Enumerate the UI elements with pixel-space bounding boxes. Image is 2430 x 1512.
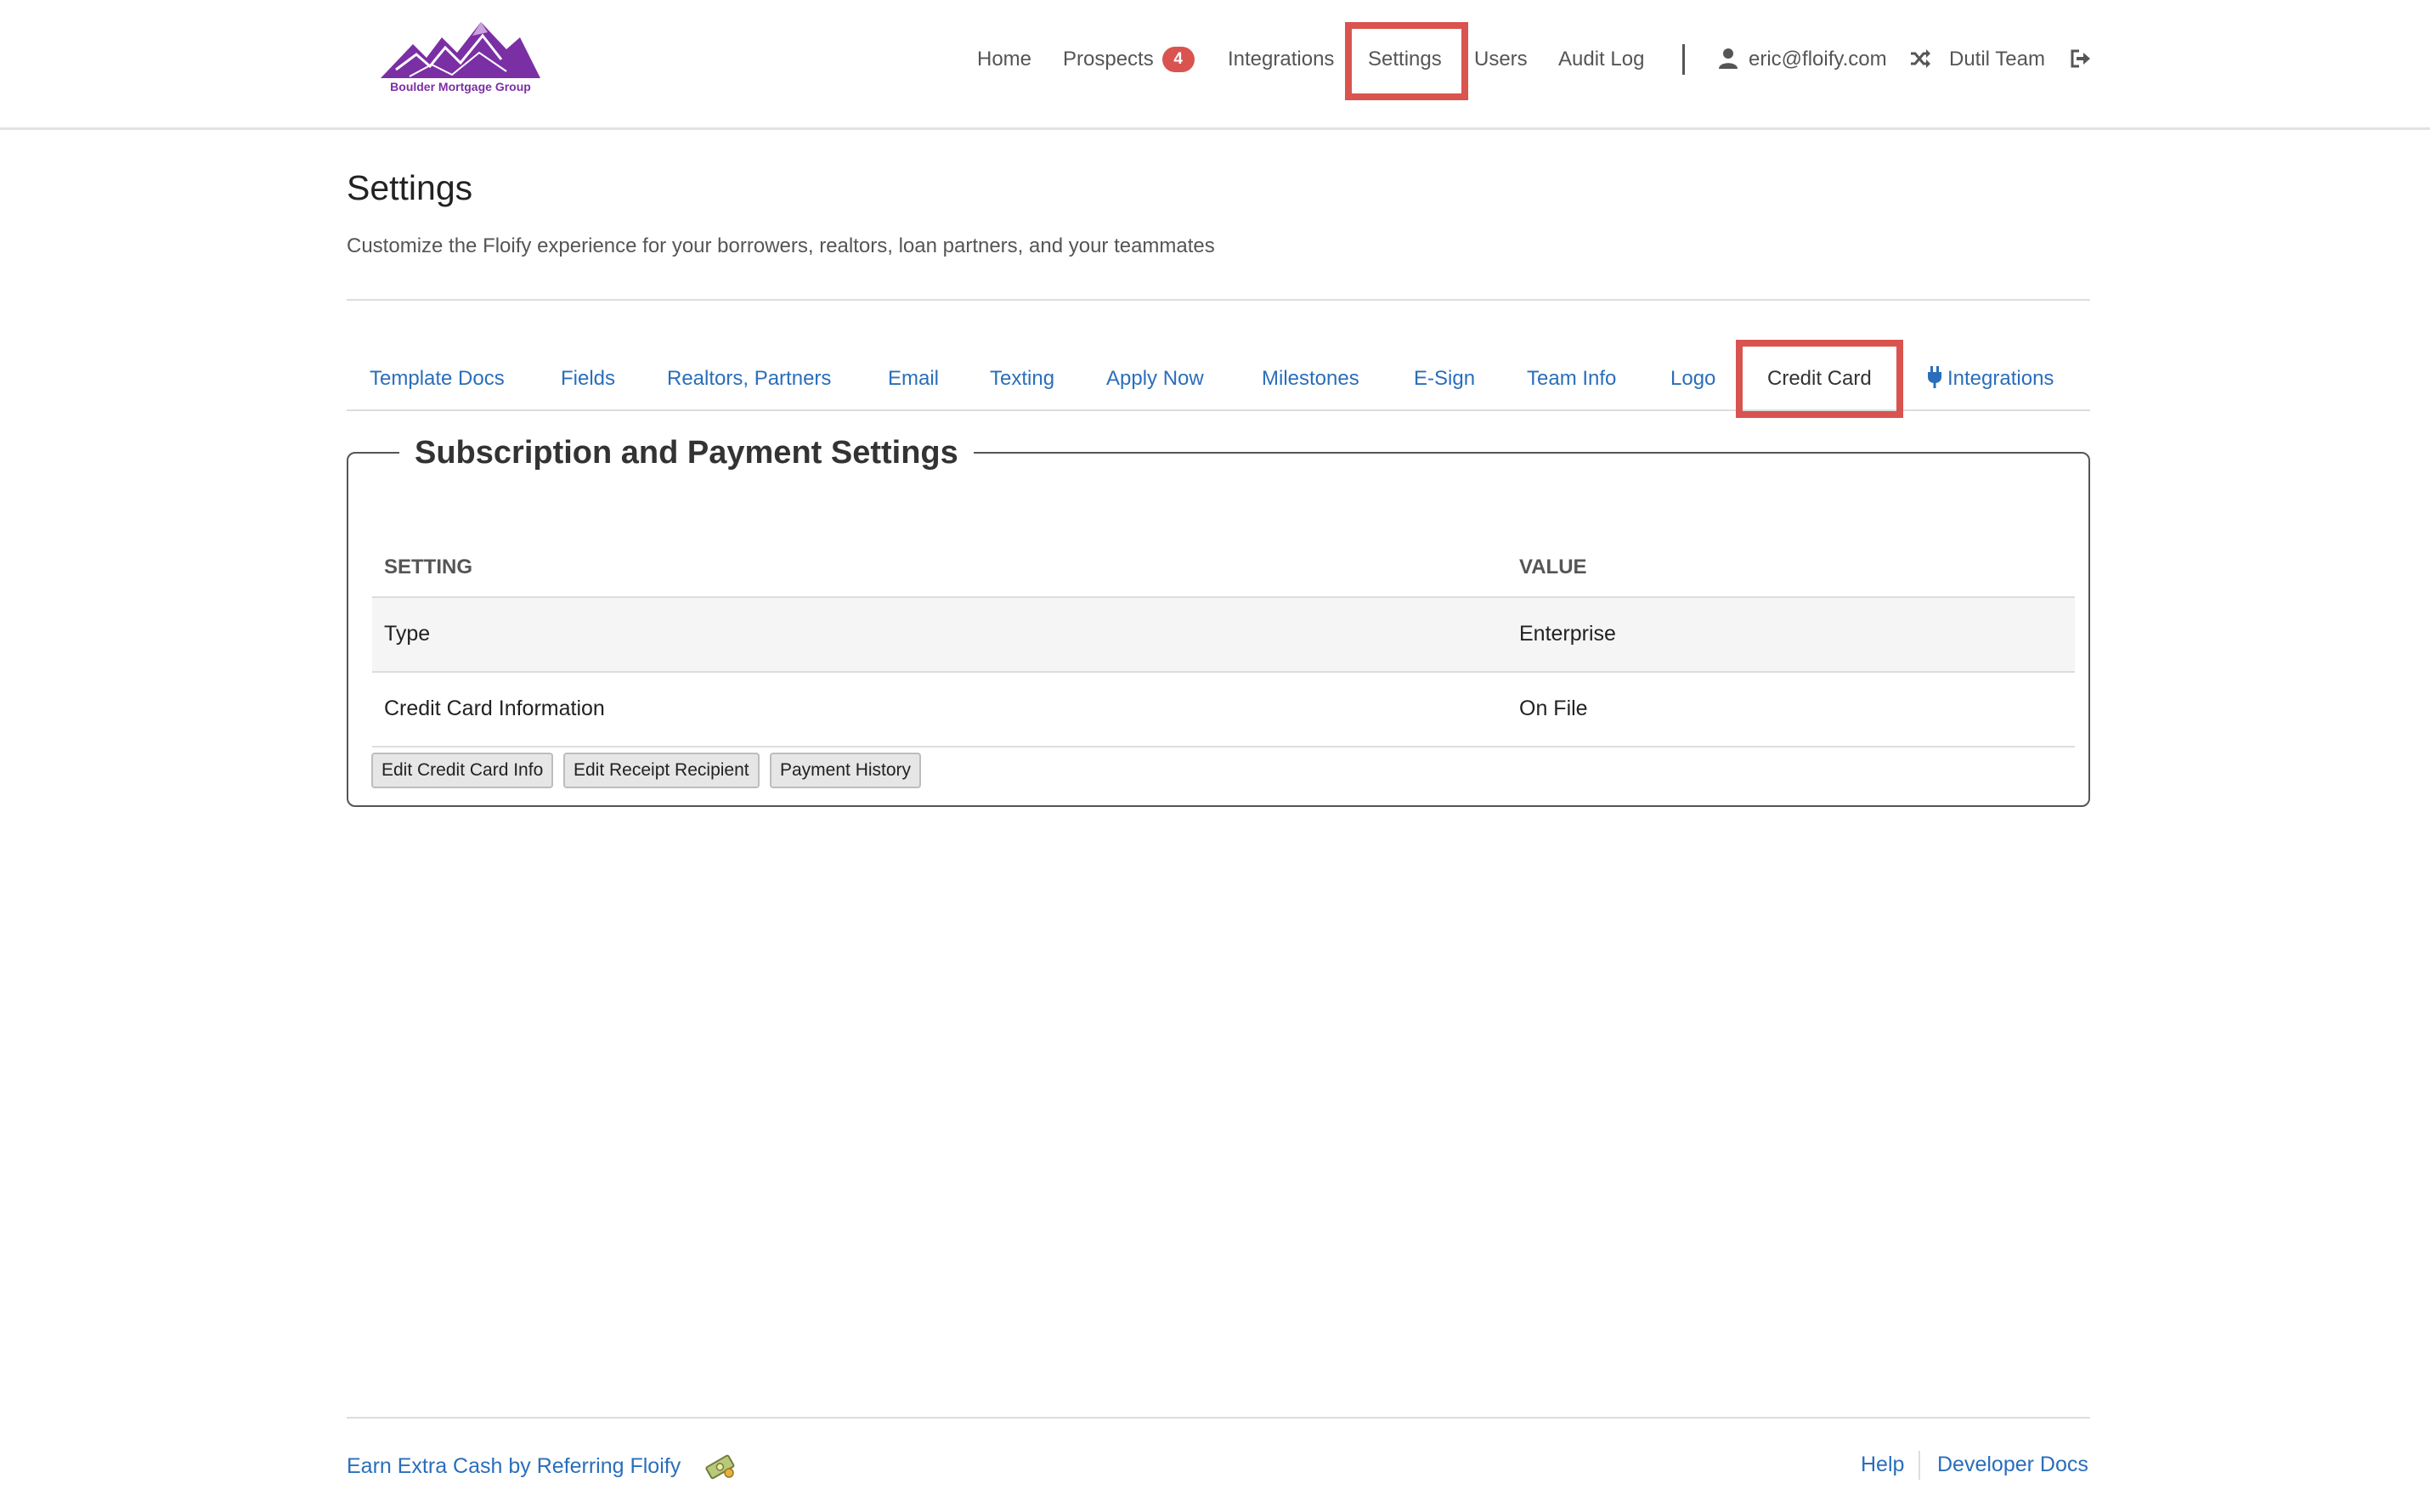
page-subtitle: Customize the Floify experience for your… bbox=[347, 234, 1215, 257]
row-setting: Credit Card Information bbox=[384, 697, 605, 720]
header-value: VALUE bbox=[1519, 556, 1587, 578]
row-value: On File bbox=[1519, 697, 1588, 720]
page-title: Settings bbox=[347, 168, 473, 207]
footer-separator bbox=[1919, 1451, 1920, 1480]
header-divider bbox=[347, 299, 2090, 301]
top-navbar: Boulder Mortgage Group Home Prospects 4 I… bbox=[0, 0, 2430, 130]
nav-users[interactable]: Users bbox=[1474, 44, 1528, 75]
tab-logo[interactable]: Logo bbox=[1670, 364, 1715, 394]
tab-email[interactable]: Email bbox=[888, 364, 939, 394]
footer-divider bbox=[347, 1417, 2090, 1419]
nav-audit-log[interactable]: Audit Log bbox=[1558, 44, 1644, 75]
logo-text: Boulder Mortgage Group bbox=[390, 80, 531, 93]
nav-prospects[interactable]: Prospects 4 bbox=[1063, 44, 1195, 75]
prospects-count-badge: 4 bbox=[1161, 47, 1195, 72]
developer-docs-link[interactable]: Developer Docs bbox=[1937, 1449, 2088, 1480]
table-header: SETTING VALUE bbox=[372, 522, 2075, 598]
payment-history-button[interactable]: Payment History bbox=[770, 753, 922, 788]
shuffle-icon[interactable] bbox=[1910, 48, 1930, 70]
tab-template-docs[interactable]: Template Docs bbox=[370, 364, 505, 394]
row-setting: Type bbox=[384, 622, 431, 646]
tabs-divider bbox=[347, 409, 2090, 411]
nav-integrations[interactable]: Integrations bbox=[1228, 44, 1334, 75]
panel-legend: Subscription and Payment Settings bbox=[399, 432, 974, 474]
tab-team-info[interactable]: Team Info bbox=[1527, 364, 1616, 394]
header-setting: SETTING bbox=[384, 556, 473, 578]
tab-integrations[interactable]: Integrations bbox=[1927, 364, 2054, 394]
tab-e-sign[interactable]: E-Sign bbox=[1414, 364, 1475, 394]
plug-icon bbox=[1928, 366, 1941, 388]
tab-fields[interactable]: Fields bbox=[561, 364, 615, 394]
brand-logo[interactable]: Boulder Mortgage Group bbox=[379, 19, 542, 100]
mountain-logo-icon bbox=[381, 22, 540, 78]
tab-texting[interactable]: Texting bbox=[990, 364, 1054, 394]
edit-receipt-recipient-button[interactable]: Edit Receipt Recipient bbox=[563, 753, 760, 788]
row-value: Enterprise bbox=[1519, 622, 1616, 646]
nav-settings[interactable]: Settings bbox=[1368, 44, 1442, 75]
nav-team-switcher[interactable]: Dutil Team bbox=[1949, 44, 2045, 75]
nav-home[interactable]: Home bbox=[977, 44, 1031, 75]
table-row: Credit Card Information On File bbox=[372, 673, 2075, 748]
tab-integrations-label: Integrations bbox=[1947, 367, 2054, 390]
help-link[interactable]: Help bbox=[1861, 1449, 1904, 1480]
nav-divider bbox=[1682, 44, 1685, 75]
subscription-payment-panel: Subscription and Payment Settings SETTIN… bbox=[347, 432, 2090, 807]
referral-link[interactable]: Earn Extra Cash by Referring Floify bbox=[347, 1451, 681, 1481]
logout-icon[interactable] bbox=[2070, 48, 2090, 70]
tab-apply-now[interactable]: Apply Now bbox=[1106, 364, 1204, 394]
user-icon bbox=[1719, 48, 1738, 69]
nav-user-email[interactable]: eric@floify.com bbox=[1749, 44, 1887, 75]
nav-prospects-label: Prospects bbox=[1063, 48, 1154, 71]
table-row: Type Enterprise bbox=[372, 598, 2075, 673]
edit-credit-card-button[interactable]: Edit Credit Card Info bbox=[371, 753, 554, 788]
tab-milestones[interactable]: Milestones bbox=[1262, 364, 1359, 394]
settings-table: SETTING VALUE Type Enterprise Credit Car… bbox=[372, 522, 2075, 748]
money-icon bbox=[705, 1454, 735, 1480]
tab-credit-card[interactable]: Credit Card bbox=[1767, 364, 1872, 394]
tab-realtors-partners[interactable]: Realtors, Partners bbox=[667, 364, 831, 394]
